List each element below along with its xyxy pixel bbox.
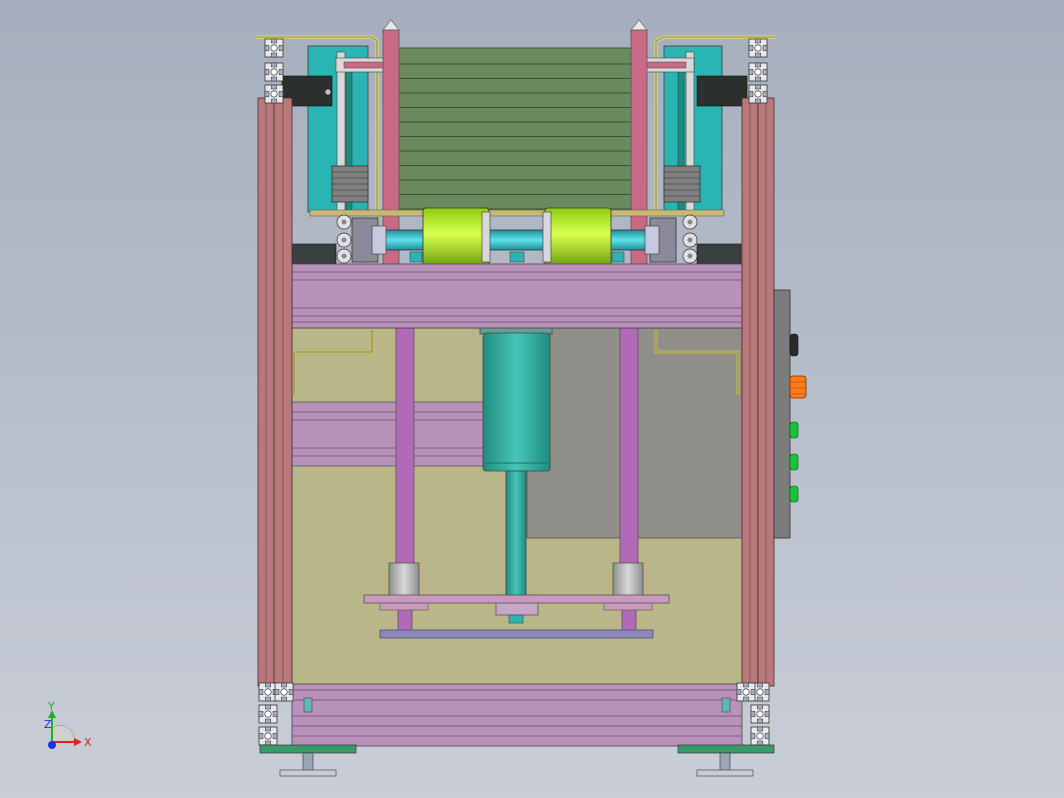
main-crossbeam xyxy=(291,263,743,329)
upper-lift-plate xyxy=(363,594,670,604)
left-linear-bearing xyxy=(388,562,420,600)
profile-cross-section xyxy=(264,38,284,58)
right-guide-pin xyxy=(630,19,648,267)
left-frame-post xyxy=(257,97,293,687)
profile-node-hole xyxy=(341,237,347,243)
profile-node-hole xyxy=(341,253,347,259)
right-shock-absorber xyxy=(663,165,701,203)
roller-shaft xyxy=(363,229,670,251)
cad-viewport[interactable]: X Y Z xyxy=(0,0,1064,798)
profile-node-hole xyxy=(341,219,347,225)
profile-cross-section xyxy=(258,682,278,702)
profile-node-hole xyxy=(687,237,693,243)
profile-cross-section xyxy=(748,62,768,82)
profile-node-hole xyxy=(687,219,693,225)
power-connector xyxy=(789,333,799,357)
lower-lift-plate xyxy=(379,629,654,639)
base-crossbeam xyxy=(291,683,743,747)
right-lift-rod xyxy=(619,327,639,565)
y-axis-label: Y xyxy=(47,700,55,713)
left-roller xyxy=(422,207,490,267)
z-axis-origin xyxy=(48,741,56,749)
green-button-1 xyxy=(789,421,799,439)
profile-cross-section xyxy=(274,682,294,702)
profile-node-hole xyxy=(687,253,693,259)
profile-cross-section xyxy=(264,84,284,104)
green-button-2 xyxy=(789,453,799,471)
profile-cross-section xyxy=(748,84,768,104)
right-cable-guide xyxy=(696,75,748,107)
profile-cross-section xyxy=(750,726,770,746)
warning-lamp xyxy=(789,375,807,399)
left-shock-absorber xyxy=(331,165,369,203)
right-frame-post xyxy=(741,97,775,687)
left-lift-rod xyxy=(395,327,415,565)
z-axis-label: Z xyxy=(44,718,52,731)
green-button-3 xyxy=(789,485,799,503)
motor-body xyxy=(482,332,551,472)
motor-shaft xyxy=(505,470,527,596)
right-roller xyxy=(544,207,612,267)
profile-cross-section xyxy=(750,704,770,724)
profile-cross-section xyxy=(736,682,756,702)
profile-cross-section xyxy=(748,38,768,58)
profile-cross-section xyxy=(258,704,278,724)
x-axis-label: X xyxy=(84,736,92,749)
slat-stack xyxy=(390,47,640,213)
right-linear-bearing xyxy=(612,562,644,600)
profile-cross-section xyxy=(264,62,284,82)
profile-cross-section xyxy=(258,726,278,746)
